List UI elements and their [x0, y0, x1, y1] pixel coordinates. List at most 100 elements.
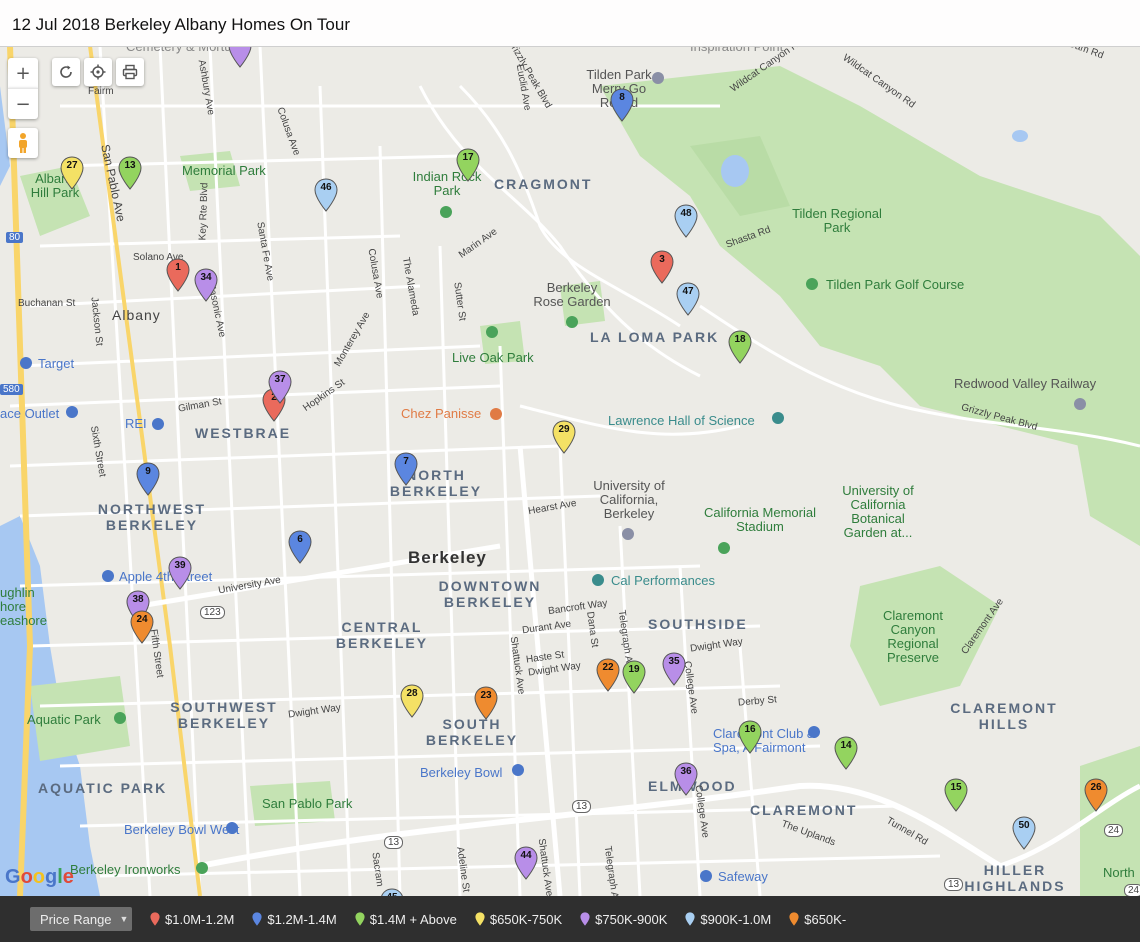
map-view[interactable]: CRAGMONT LA LOMA PARK WESTBRAE NORTH BER…: [0, 46, 1140, 896]
street-fairmount: Fairm: [88, 86, 114, 97]
label-chez-panisse: Chez Panisse: [401, 406, 482, 421]
poi-golf-dot: [806, 278, 818, 290]
label-shoreline: ughlin hore eashore: [0, 585, 47, 628]
house-marker-18[interactable]: 18: [728, 330, 752, 364]
house-marker-23[interactable]: 23: [474, 686, 498, 720]
poi-target-dot: [20, 357, 32, 369]
poi-apple-dot: [102, 570, 114, 582]
house-marker-50[interactable]: 50: [1012, 816, 1036, 850]
header-bar: 12 Jul 2018 Berkeley Albany Homes On Tou…: [0, 0, 1140, 47]
label-northwest-berkeley: NORTHWEST BERKELEY: [97, 501, 207, 533]
label-westbrae: WESTBRAE: [195, 425, 292, 441]
label-aquatic-park: Aquatic Park: [27, 712, 101, 727]
caret-down-icon: ▼: [119, 914, 129, 924]
poi-claremont-club-dot: [808, 726, 820, 738]
zoom-in-button[interactable]: +: [8, 58, 38, 88]
street-key-rte: Key Rte Blvd: [197, 182, 211, 241]
label-southside: SOUTHSIDE: [648, 616, 748, 632]
label-tilden-golf-course: Tilden Park Golf Course: [826, 277, 965, 292]
label-rei: REI: [125, 416, 147, 431]
house-marker-24[interactable]: 24: [130, 610, 154, 644]
label-la-loma-park: LA LOMA PARK: [590, 329, 720, 345]
house-marker-34[interactable]: 34: [194, 268, 218, 302]
legend-item-yellow[interactable]: $650K-750K: [475, 911, 562, 927]
poi-merry-go-round-dot: [652, 72, 664, 84]
house-marker-19[interactable]: 19: [622, 660, 646, 694]
house-marker-3[interactable]: 3: [650, 250, 674, 284]
label-southwest-berkeley: SOUTHWEST BERKELEY: [170, 699, 278, 731]
label-outlet: ace Outlet: [0, 406, 60, 421]
house-marker-27[interactable]: 27: [60, 156, 84, 190]
legend-item-green[interactable]: $1.4M + Above: [355, 911, 457, 927]
pin-purple: [228, 46, 252, 68]
label-apple-4th-street: Apple 4th Street: [119, 569, 213, 584]
map-base: [0, 46, 1140, 896]
poi-ironworks-dot: [196, 862, 208, 874]
house-marker-16[interactable]: 16: [738, 720, 762, 754]
house-marker-1[interactable]: 1: [166, 258, 190, 292]
page-title: 12 Jul 2018 Berkeley Albany Homes On Tou…: [12, 15, 350, 34]
label-rose-garden: Berkeley Rose Garden: [533, 280, 611, 309]
house-marker-28[interactable]: 28: [400, 684, 424, 718]
label-target: Target: [38, 356, 75, 371]
house-marker-45[interactable]: 45: [380, 888, 404, 896]
pegman-icon: [19, 133, 27, 153]
house-marker-37[interactable]: 37: [268, 370, 292, 404]
pin-green-icon: [355, 912, 365, 926]
price-range-select[interactable]: Price Range ▼: [30, 907, 132, 931]
legend-item-lightblue[interactable]: $900K-1.0M: [685, 911, 771, 927]
label-redwood-railway: Redwood Valley Railway: [954, 376, 1097, 391]
house-marker-9[interactable]: 9: [136, 462, 160, 496]
pin-orange-icon: [789, 912, 799, 926]
zoom-out-button[interactable]: −: [8, 88, 38, 119]
house-marker-39[interactable]: 39: [168, 556, 192, 590]
label-central-berkeley: CENTRAL BERKELEY: [335, 619, 429, 651]
house-marker-8[interactable]: 8: [610, 88, 634, 122]
house-marker-13[interactable]: 13: [118, 156, 142, 190]
house-marker-29[interactable]: 29: [552, 420, 576, 454]
house-marker-7[interactable]: 7: [394, 452, 418, 486]
label-cal-performances: Cal Performances: [611, 573, 716, 588]
label-memorial-stadium: California Memorial Stadium: [704, 505, 816, 534]
label-lawrence-hall: Lawrence Hall of Science: [608, 413, 755, 428]
house-marker-35[interactable]: 35: [662, 652, 686, 686]
house-marker-22[interactable]: 22: [596, 658, 620, 692]
street-buchanan: Buchanan St: [18, 298, 76, 309]
house-marker-14[interactable]: 14: [834, 736, 858, 770]
shield-13c: 13: [944, 878, 964, 891]
locate-button[interactable]: [84, 58, 112, 86]
pin-yellow-icon: [475, 912, 485, 926]
print-button[interactable]: [116, 58, 144, 86]
label-cragmont: CRAGMONT: [494, 176, 593, 192]
google-logo: Google: [5, 866, 74, 888]
legend-item-orange[interactable]: $650K-: [789, 911, 846, 927]
street-view-pegman[interactable]: [8, 128, 38, 158]
house-marker-44[interactable]: 44: [514, 846, 538, 880]
house-marker-26[interactable]: 26: [1084, 778, 1108, 812]
house-marker-12[interactable]: 12: [228, 46, 252, 68]
label-claremont-canyon: Claremont Canyon Regional Preserve: [883, 608, 943, 665]
label-south-berkeley: SOUTH BERKELEY: [425, 716, 519, 748]
house-marker-6[interactable]: 6: [288, 530, 312, 564]
house-marker-47[interactable]: 47: [676, 282, 700, 316]
label-memorial-park: Memorial Park: [182, 163, 266, 178]
label-claremont-hills: CLAREMONT HILLS: [950, 700, 1058, 732]
house-marker-48[interactable]: 48: [674, 204, 698, 238]
poi-berkeley-bowl-dot: [512, 764, 524, 776]
label-berkeley-bowl: Berkeley Bowl: [420, 765, 503, 780]
poi-chez-panisse-dot: [490, 408, 502, 420]
legend-item-purple[interactable]: $750K-900K: [580, 911, 667, 927]
refresh-icon: [60, 65, 72, 78]
price-legend: Price Range ▼ $1.0M-1.2M $1.2M-1.4M $1.4…: [0, 896, 1140, 942]
house-marker-15[interactable]: 15: [944, 778, 968, 812]
refresh-button[interactable]: [52, 58, 80, 86]
shield-24b: 24: [1124, 884, 1140, 896]
legend-item-blue[interactable]: $1.2M-1.4M: [252, 911, 337, 927]
house-marker-17[interactable]: 17: [456, 148, 480, 182]
poi-stadium-dot: [718, 542, 730, 554]
label-aquatic-park-district: AQUATIC PARK: [38, 780, 168, 796]
house-marker-36[interactable]: 36: [674, 762, 698, 796]
house-marker-46[interactable]: 46: [314, 178, 338, 212]
pin-purple-icon: [580, 912, 590, 926]
legend-item-red[interactable]: $1.0M-1.2M: [150, 911, 234, 927]
